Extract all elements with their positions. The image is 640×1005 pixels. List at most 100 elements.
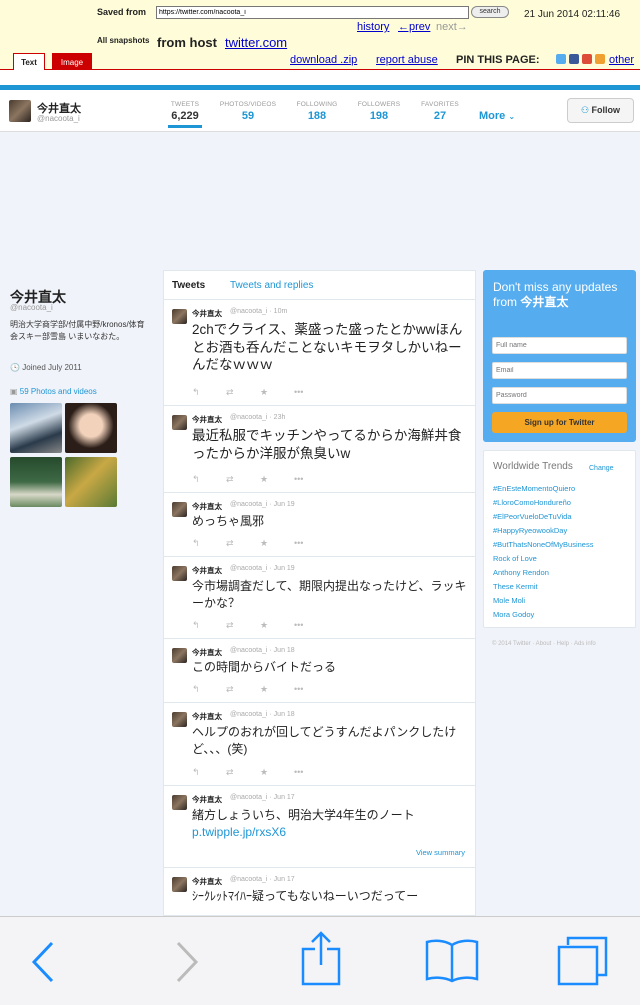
prev-link[interactable]: ←prev [398,21,430,33]
trends-change-link[interactable]: Change [589,465,614,472]
favorite-icon[interactable]: ★ [260,767,294,778]
tweet-avatar[interactable] [172,309,187,324]
trend-item[interactable]: #EnEsteMomentoQuiero [493,484,575,493]
tabs-icon[interactable] [556,935,610,987]
password-field[interactable] [492,387,627,404]
googleplus-icon[interactable] [582,54,592,64]
reply-icon[interactable]: ↰ [192,620,226,631]
trend-item[interactable]: Mora Godoy [493,610,534,619]
stat-tweets[interactable]: TWEETS 6,229 [168,101,202,128]
download-zip-link[interactable]: download .zip [290,54,357,66]
trend-item[interactable]: #HappyRyeowookDay [493,526,567,535]
photo-thumbnail[interactable] [10,403,62,453]
retweet-icon[interactable]: ⇄ [226,767,260,778]
retweet-icon[interactable]: ⇄ [226,474,260,485]
photo-thumbnail[interactable] [10,457,62,507]
stat-favorites[interactable]: FAVORITES 27 [418,101,462,122]
facebook-icon[interactable] [569,54,579,64]
tweet-author[interactable]: 今井直太 [192,876,222,887]
tweet-author[interactable]: 今井直太 [192,794,222,805]
more-menu[interactable]: More ⌄ [479,110,515,122]
stat-photos[interactable]: PHOTOS/VIDEOS 59 [216,101,280,122]
tweet[interactable]: 今井直太 @nacoota_i · Jun 18 この時間からバイトだっる ↰ ⇄… [164,639,475,703]
tweet-avatar[interactable] [172,415,187,430]
share-icon[interactable] [300,931,342,987]
stat-followers[interactable]: FOLLOWERS 198 [355,101,403,122]
search-button[interactable]: search [471,6,509,18]
tweet-author[interactable]: 今井直太 [192,414,222,425]
history-link[interactable]: history [357,21,389,33]
favorite-icon[interactable]: ★ [260,620,294,631]
view-summary-link[interactable]: View summary [416,848,465,857]
trend-item[interactable]: #ElPeorVueloDeTuVida [493,512,572,521]
more-icon[interactable]: ••• [294,767,328,777]
retweet-icon[interactable]: ⇄ [226,387,260,398]
other-link[interactable]: other [609,54,634,66]
more-icon[interactable]: ••• [294,620,328,630]
favorite-icon[interactable]: ★ [260,684,294,695]
reply-icon[interactable]: ↰ [192,767,226,778]
trend-item[interactable]: Anthony Rendon [493,568,549,577]
fullname-field[interactable] [492,337,627,354]
favorite-icon[interactable]: ★ [260,538,294,549]
more-icon[interactable]: ••• [294,474,328,484]
tweet[interactable]: 今井直太 @nacoota_i · Jun 19 めっちゃ風邪 ↰ ⇄ ★ ••• [164,493,475,557]
retweet-icon[interactable]: ⇄ [226,620,260,631]
tweet-author[interactable]: 今井直太 [192,565,222,576]
more-icon[interactable]: ••• [294,684,328,694]
tweet-author[interactable]: 今井直太 [192,308,222,319]
reply-icon[interactable]: ↰ [192,538,226,549]
tweet-link[interactable]: p.twipple.jp/rxsX6 [192,825,286,839]
photo-thumbnail[interactable] [65,403,117,453]
retweet-icon[interactable]: ⇄ [226,538,260,549]
more-icon[interactable]: ••• [294,387,328,397]
tweet[interactable]: 今井直太 @nacoota_i · 10m 2chでクライス、薬盛った盛ったとか… [164,300,475,406]
trend-item[interactable]: These Kermit [493,582,538,591]
tweet[interactable]: 今井直太 @nacoota_i · Jun 17 ｼｰｸﾚｯﾄﾏｲﾊｰ疑ってもな… [164,868,475,915]
host-link[interactable]: twitter.com [225,35,287,50]
back-icon[interactable] [28,939,58,985]
reply-icon[interactable]: ↰ [192,474,226,485]
twitter-icon[interactable] [556,54,566,64]
favorite-icon[interactable]: ★ [260,474,294,485]
report-abuse-link[interactable]: report abuse [376,54,438,66]
trend-item[interactable]: #ButThatsNoneOfMyBusiness [493,540,593,549]
reply-icon[interactable]: ↰ [192,684,226,695]
more-icon[interactable]: ••• [294,538,328,548]
tweet-avatar[interactable] [172,877,187,892]
tab-text[interactable]: Text [13,53,45,70]
tweet-avatar[interactable] [172,795,187,810]
tweet[interactable]: 今井直太 @nacoota_i · Jun 17 緒方しょういち、明治大学4年生… [164,786,475,868]
email-field[interactable] [492,362,627,379]
bookmarks-icon[interactable] [424,937,480,983]
trend-item[interactable]: Mole Moli [493,596,525,605]
tweet[interactable]: 今井直太 @nacoota_i · 23h 最近私服でキッチンやってるからか海鮮… [164,406,475,493]
trend-item[interactable]: #LloroComoHondureño [493,498,571,507]
tweet-author[interactable]: 今井直太 [192,711,222,722]
signup-button[interactable]: Sign up for Twitter [492,412,627,433]
tweet-avatar[interactable] [172,502,187,517]
joined-date: 🕓 Joined July 2011 [10,363,82,372]
avatar[interactable] [9,100,31,122]
retweet-icon[interactable]: ⇄ [226,684,260,695]
tweet-avatar[interactable] [172,566,187,581]
follow-button[interactable]: ⚇ Follow [567,98,634,123]
stat-following[interactable]: FOLLOWING 188 [293,101,341,122]
trend-item[interactable]: Rock of Love [493,554,537,563]
forward-icon[interactable] [172,939,202,985]
tweet-author[interactable]: 今井直太 [192,647,222,658]
tweet[interactable]: 今井直太 @nacoota_i · Jun 18 ヘルプのおれが回してどうすんだ… [164,703,475,786]
reply-icon[interactable]: ↰ [192,387,226,398]
favorite-icon[interactable]: ★ [260,387,294,398]
tweet-author[interactable]: 今井直太 [192,501,222,512]
photos-link[interactable]: ▣ 59 Photos and videos [10,387,97,396]
tab-tweets[interactable]: Tweets [172,280,205,291]
tab-image[interactable]: Image [52,53,92,70]
tab-tweets-and-replies[interactable]: Tweets and replies [230,280,313,291]
tweet-avatar[interactable] [172,712,187,727]
tweet-avatar[interactable] [172,648,187,663]
photo-thumbnail[interactable] [65,457,117,507]
tweet[interactable]: 今井直太 @nacoota_i · Jun 19 今市場調査だして、期限内提出な… [164,557,475,639]
url-field[interactable] [156,6,469,19]
blogger-icon[interactable] [595,54,605,64]
